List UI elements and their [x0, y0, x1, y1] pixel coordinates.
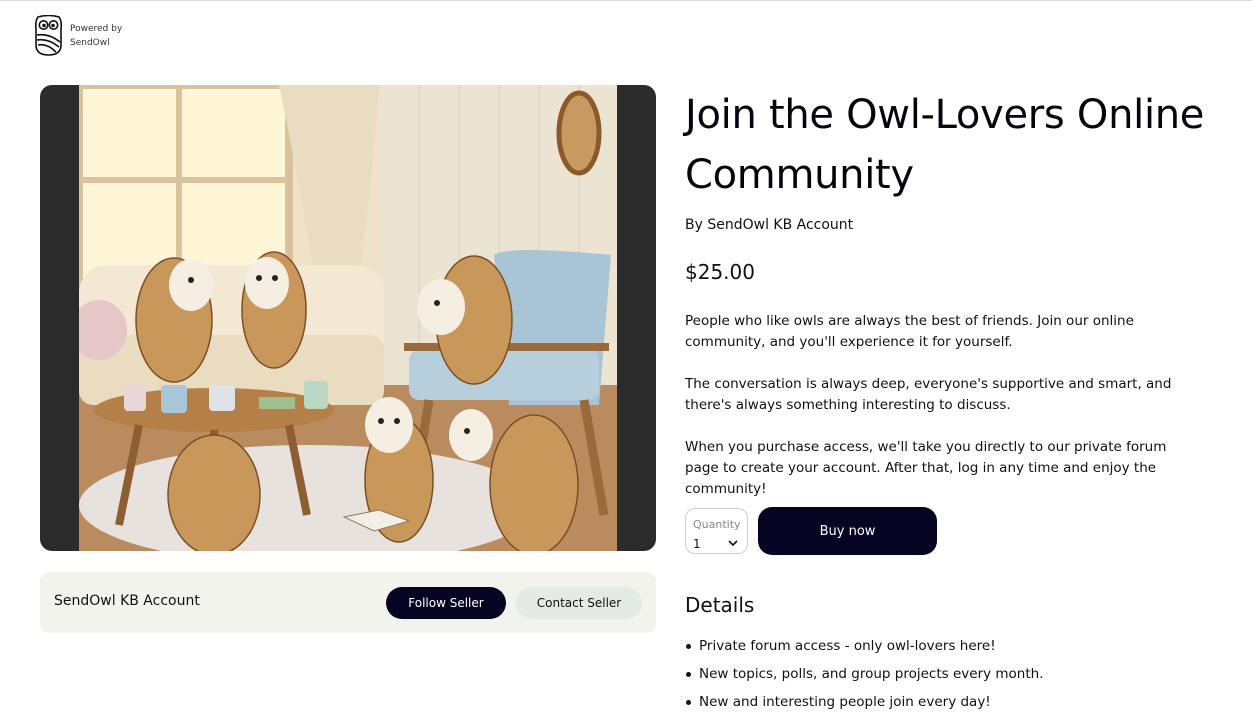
list-item: New topics, polls, and group projects ev…	[685, 660, 1044, 688]
quantity-label: Quantity	[693, 518, 741, 531]
product-byline: By SendOwl KB Account	[685, 217, 854, 233]
powered-by-label: Powered by	[70, 23, 123, 34]
quantity-select[interactable]: Quantity 1	[685, 508, 748, 554]
description-paragraph: When you purchase access, we'll take you…	[685, 439, 1167, 497]
list-item: New and interesting people join every da…	[685, 688, 1044, 716]
sendowl-logo-icon	[35, 15, 62, 56]
description-paragraph: People who like owls are always the best…	[685, 313, 1134, 350]
description-paragraph: The conversation is always deep, everyon…	[685, 376, 1172, 413]
product-title-block: Join the Owl-Lovers Online Community	[685, 85, 1225, 205]
seller-name: SendOwl KB Account	[54, 593, 200, 609]
contact-seller-button[interactable]: Contact Seller	[516, 587, 642, 619]
product-price: $25.00	[685, 260, 755, 284]
quantity-value: 1	[693, 537, 701, 551]
brand-name-label: SendOwl	[70, 37, 110, 48]
owl-living-room-illustration	[79, 85, 617, 551]
chevron-down-icon	[728, 540, 738, 547]
powered-by-badge[interactable]: Powered by SendOwl	[35, 15, 122, 56]
details-list: Private forum access - only owl-lovers h…	[685, 632, 1044, 716]
details-heading: Details	[685, 593, 755, 617]
list-item: Private forum access - only owl-lovers h…	[685, 632, 1044, 660]
product-title: Join the Owl-Lovers Online Community	[685, 92, 1205, 198]
product-description: People who like owls are always the best…	[685, 311, 1185, 521]
buy-now-button[interactable]: Buy now	[758, 507, 937, 555]
top-divider	[0, 0, 1252, 1]
follow-seller-button[interactable]: Follow Seller	[386, 587, 506, 619]
seller-bar: SendOwl KB Account Follow Seller Contact…	[40, 572, 656, 633]
product-image-frame[interactable]	[40, 85, 656, 551]
